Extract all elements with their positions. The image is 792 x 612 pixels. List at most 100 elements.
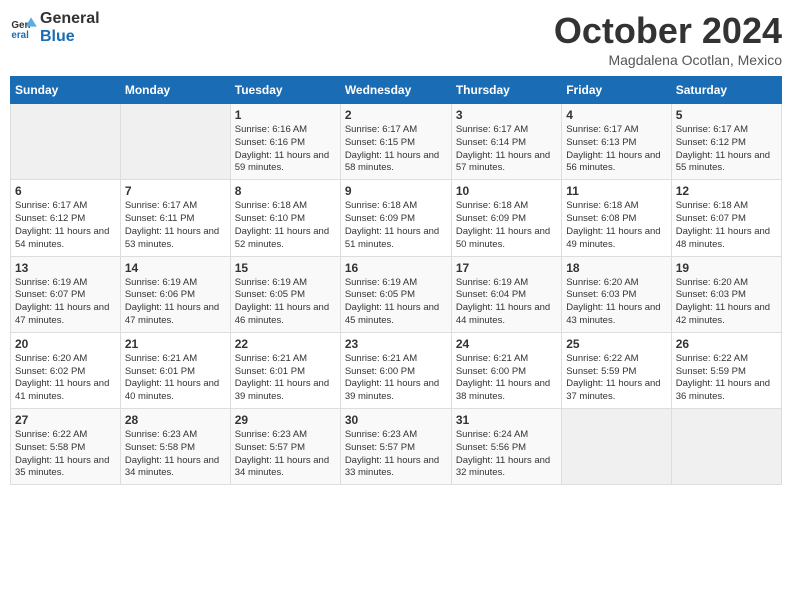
day-info: Sunrise: 6:19 AM Sunset: 6:05 PM Dayligh… bbox=[235, 277, 336, 328]
daylight-label: Daylight: 11 hours and 58 minutes. bbox=[345, 150, 439, 174]
daylight-label: Daylight: 11 hours and 32 minutes. bbox=[456, 455, 550, 479]
sunset-label: Sunset: 6:15 PM bbox=[345, 137, 415, 148]
day-cell: 11 Sunrise: 6:18 AM Sunset: 6:08 PM Dayl… bbox=[562, 180, 671, 256]
day-cell: 9 Sunrise: 6:18 AM Sunset: 6:09 PM Dayli… bbox=[340, 180, 451, 256]
sunset-label: Sunset: 6:05 PM bbox=[345, 289, 415, 300]
day-cell: 17 Sunrise: 6:19 AM Sunset: 6:04 PM Dayl… bbox=[451, 256, 561, 332]
sunset-label: Sunset: 6:09 PM bbox=[456, 213, 526, 224]
location-subtitle: Magdalena Ocotlan, Mexico bbox=[554, 52, 782, 68]
day-info: Sunrise: 6:17 AM Sunset: 6:15 PM Dayligh… bbox=[345, 124, 447, 175]
day-cell: 24 Sunrise: 6:21 AM Sunset: 6:00 PM Dayl… bbox=[451, 332, 561, 408]
day-info: Sunrise: 6:23 AM Sunset: 5:57 PM Dayligh… bbox=[235, 429, 336, 480]
day-info: Sunrise: 6:19 AM Sunset: 6:04 PM Dayligh… bbox=[456, 277, 557, 328]
month-title: October 2024 bbox=[554, 10, 782, 52]
day-number: 7 bbox=[125, 184, 226, 198]
day-info: Sunrise: 6:22 AM Sunset: 5:59 PM Dayligh… bbox=[566, 353, 666, 404]
day-cell bbox=[671, 409, 781, 485]
sunset-label: Sunset: 6:14 PM bbox=[456, 137, 526, 148]
day-cell: 5 Sunrise: 6:17 AM Sunset: 6:12 PM Dayli… bbox=[671, 104, 781, 180]
sunrise-label: Sunrise: 6:22 AM bbox=[566, 353, 638, 364]
day-info: Sunrise: 6:20 AM Sunset: 6:03 PM Dayligh… bbox=[566, 277, 666, 328]
day-info: Sunrise: 6:22 AM Sunset: 5:58 PM Dayligh… bbox=[15, 429, 116, 480]
sunrise-label: Sunrise: 6:19 AM bbox=[345, 277, 417, 288]
sunrise-label: Sunrise: 6:17 AM bbox=[676, 124, 748, 135]
day-info: Sunrise: 6:23 AM Sunset: 5:57 PM Dayligh… bbox=[345, 429, 447, 480]
daylight-label: Daylight: 11 hours and 54 minutes. bbox=[15, 226, 109, 250]
header-monday: Monday bbox=[120, 77, 230, 104]
sunset-label: Sunset: 6:07 PM bbox=[15, 289, 85, 300]
sunset-label: Sunset: 5:59 PM bbox=[566, 366, 636, 377]
day-info: Sunrise: 6:21 AM Sunset: 6:00 PM Dayligh… bbox=[345, 353, 447, 404]
day-cell: 14 Sunrise: 6:19 AM Sunset: 6:06 PM Dayl… bbox=[120, 256, 230, 332]
page-header: Gen eral General Blue October 2024 Magda… bbox=[10, 10, 782, 68]
day-cell bbox=[120, 104, 230, 180]
day-cell: 18 Sunrise: 6:20 AM Sunset: 6:03 PM Dayl… bbox=[562, 256, 671, 332]
svg-text:eral: eral bbox=[11, 29, 29, 40]
sunrise-label: Sunrise: 6:18 AM bbox=[676, 200, 748, 211]
day-number: 19 bbox=[676, 261, 777, 275]
sunrise-label: Sunrise: 6:21 AM bbox=[125, 353, 197, 364]
sunset-label: Sunset: 6:12 PM bbox=[676, 137, 746, 148]
day-number: 21 bbox=[125, 337, 226, 351]
daylight-label: Daylight: 11 hours and 59 minutes. bbox=[235, 150, 329, 174]
sunset-label: Sunset: 6:03 PM bbox=[566, 289, 636, 300]
daylight-label: Daylight: 11 hours and 52 minutes. bbox=[235, 226, 329, 250]
sunrise-label: Sunrise: 6:17 AM bbox=[456, 124, 528, 135]
day-info: Sunrise: 6:18 AM Sunset: 6:08 PM Dayligh… bbox=[566, 200, 666, 251]
daylight-label: Daylight: 11 hours and 51 minutes. bbox=[345, 226, 439, 250]
day-cell: 27 Sunrise: 6:22 AM Sunset: 5:58 PM Dayl… bbox=[11, 409, 121, 485]
daylight-label: Daylight: 11 hours and 45 minutes. bbox=[345, 302, 439, 326]
day-info: Sunrise: 6:22 AM Sunset: 5:59 PM Dayligh… bbox=[676, 353, 777, 404]
sunrise-label: Sunrise: 6:22 AM bbox=[15, 429, 87, 440]
sunset-label: Sunset: 5:58 PM bbox=[125, 442, 195, 453]
day-cell: 25 Sunrise: 6:22 AM Sunset: 5:59 PM Dayl… bbox=[562, 332, 671, 408]
daylight-label: Daylight: 11 hours and 43 minutes. bbox=[566, 302, 660, 326]
sunrise-label: Sunrise: 6:17 AM bbox=[566, 124, 638, 135]
daylight-label: Daylight: 11 hours and 35 minutes. bbox=[15, 455, 109, 479]
sunrise-label: Sunrise: 6:20 AM bbox=[15, 353, 87, 364]
sunset-label: Sunset: 6:12 PM bbox=[15, 213, 85, 224]
daylight-label: Daylight: 11 hours and 41 minutes. bbox=[15, 378, 109, 402]
sunrise-label: Sunrise: 6:21 AM bbox=[456, 353, 528, 364]
day-info: Sunrise: 6:21 AM Sunset: 6:01 PM Dayligh… bbox=[235, 353, 336, 404]
day-number: 27 bbox=[15, 413, 116, 427]
day-cell: 4 Sunrise: 6:17 AM Sunset: 6:13 PM Dayli… bbox=[562, 104, 671, 180]
sunset-label: Sunset: 6:05 PM bbox=[235, 289, 305, 300]
day-cell: 30 Sunrise: 6:23 AM Sunset: 5:57 PM Dayl… bbox=[340, 409, 451, 485]
sunrise-label: Sunrise: 6:22 AM bbox=[676, 353, 748, 364]
sunrise-label: Sunrise: 6:18 AM bbox=[345, 200, 417, 211]
day-number: 20 bbox=[15, 337, 116, 351]
daylight-label: Daylight: 11 hours and 34 minutes. bbox=[235, 455, 329, 479]
day-cell: 29 Sunrise: 6:23 AM Sunset: 5:57 PM Dayl… bbox=[230, 409, 340, 485]
day-info: Sunrise: 6:20 AM Sunset: 6:02 PM Dayligh… bbox=[15, 353, 116, 404]
sunset-label: Sunset: 6:10 PM bbox=[235, 213, 305, 224]
sunset-label: Sunset: 5:57 PM bbox=[235, 442, 305, 453]
day-number: 1 bbox=[235, 108, 336, 122]
day-number: 9 bbox=[345, 184, 447, 198]
logo-icon: Gen eral bbox=[10, 14, 38, 42]
day-cell: 13 Sunrise: 6:19 AM Sunset: 6:07 PM Dayl… bbox=[11, 256, 121, 332]
day-number: 10 bbox=[456, 184, 557, 198]
day-number: 13 bbox=[15, 261, 116, 275]
day-info: Sunrise: 6:17 AM Sunset: 6:12 PM Dayligh… bbox=[676, 124, 777, 175]
day-cell: 19 Sunrise: 6:20 AM Sunset: 6:03 PM Dayl… bbox=[671, 256, 781, 332]
sunset-label: Sunset: 6:03 PM bbox=[676, 289, 746, 300]
day-number: 30 bbox=[345, 413, 447, 427]
daylight-label: Daylight: 11 hours and 56 minutes. bbox=[566, 150, 660, 174]
day-cell bbox=[562, 409, 671, 485]
day-number: 29 bbox=[235, 413, 336, 427]
daylight-label: Daylight: 11 hours and 37 minutes. bbox=[566, 378, 660, 402]
header-wednesday: Wednesday bbox=[340, 77, 451, 104]
day-info: Sunrise: 6:20 AM Sunset: 6:03 PM Dayligh… bbox=[676, 277, 777, 328]
day-cell: 31 Sunrise: 6:24 AM Sunset: 5:56 PM Dayl… bbox=[451, 409, 561, 485]
day-cell: 7 Sunrise: 6:17 AM Sunset: 6:11 PM Dayli… bbox=[120, 180, 230, 256]
day-cell: 2 Sunrise: 6:17 AM Sunset: 6:15 PM Dayli… bbox=[340, 104, 451, 180]
week-row-4: 20 Sunrise: 6:20 AM Sunset: 6:02 PM Dayl… bbox=[11, 332, 782, 408]
day-cell: 21 Sunrise: 6:21 AM Sunset: 6:01 PM Dayl… bbox=[120, 332, 230, 408]
daylight-label: Daylight: 11 hours and 47 minutes. bbox=[15, 302, 109, 326]
day-number: 6 bbox=[15, 184, 116, 198]
sunrise-label: Sunrise: 6:21 AM bbox=[345, 353, 417, 364]
week-row-2: 6 Sunrise: 6:17 AM Sunset: 6:12 PM Dayli… bbox=[11, 180, 782, 256]
day-cell: 12 Sunrise: 6:18 AM Sunset: 6:07 PM Dayl… bbox=[671, 180, 781, 256]
header-thursday: Thursday bbox=[451, 77, 561, 104]
